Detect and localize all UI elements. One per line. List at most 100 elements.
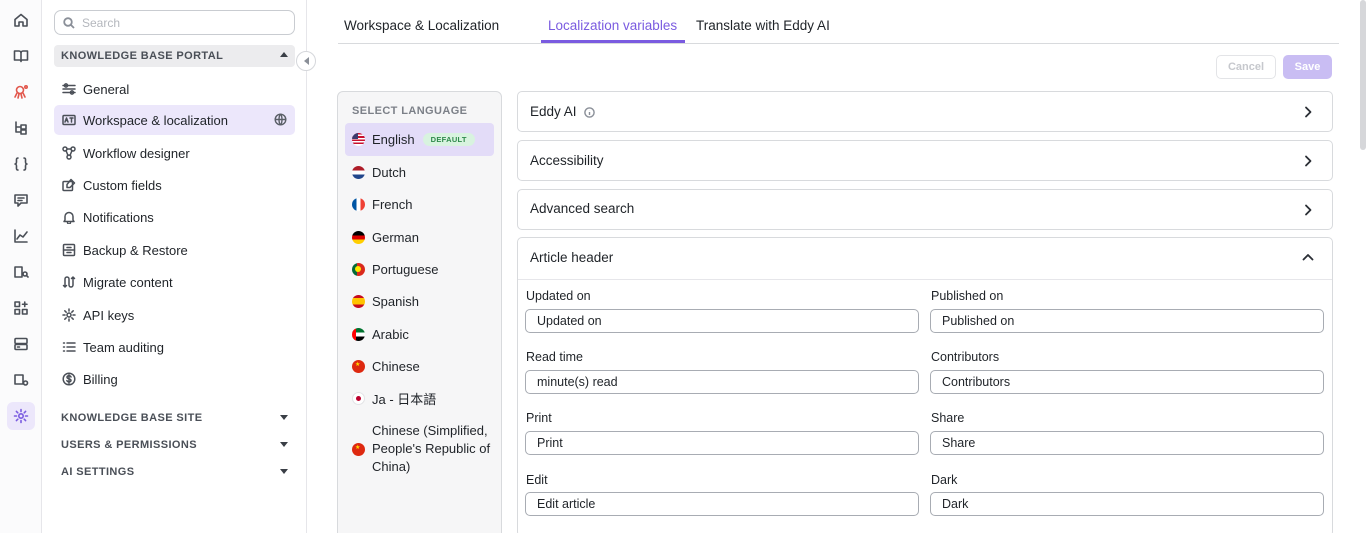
read-time-input[interactable]: [525, 370, 919, 394]
language-panel-title: SELECT LANGUAGE: [352, 105, 468, 117]
language-item-chinese[interactable]: ★ Chinese: [345, 351, 494, 381]
sidebar-item-label: API keys: [83, 307, 135, 323]
storage-icon[interactable]: [7, 330, 35, 358]
search-box[interactable]: [54, 10, 295, 35]
dutch-flag-icon: [352, 165, 365, 179]
language-name: French: [372, 196, 413, 212]
migrate-icon: [61, 275, 76, 290]
language-item-japanese[interactable]: Ja - 日本語: [345, 383, 494, 413]
chevron-right-icon: [1302, 204, 1314, 216]
accordion-accessibility[interactable]: Accessibility: [517, 140, 1333, 181]
default-badge: DEFAULT: [422, 133, 475, 146]
sidebar-item-label: Team auditing: [83, 339, 164, 355]
language-selector-panel: SELECT LANGUAGE English DEFAULT Dutch Fr…: [337, 91, 502, 533]
sidebar-item-general[interactable]: General: [54, 74, 295, 104]
braces-icon[interactable]: [7, 150, 35, 178]
contributors-input[interactable]: [930, 370, 1324, 394]
sidebar-item-workspace-localization[interactable]: Workspace & localization: [54, 105, 295, 135]
cancel-button[interactable]: Cancel: [1216, 55, 1276, 79]
share-input[interactable]: [930, 431, 1324, 455]
section-ai-settings[interactable]: AI SETTINGS: [54, 461, 295, 483]
language-name: Arabic: [372, 326, 409, 342]
apps-icon[interactable]: [7, 294, 35, 322]
tab-translate-eddy-ai[interactable]: Translate with Eddy AI: [696, 18, 830, 33]
chinese-flag-icon: ★: [352, 359, 365, 373]
language-item-portuguese[interactable]: Portuguese: [345, 254, 494, 284]
tab-workspace-localization[interactable]: Workspace & Localization: [344, 18, 499, 33]
updated-on-input[interactable]: [525, 309, 919, 333]
japanese-flag-icon: [352, 391, 365, 405]
language-name: English: [372, 132, 415, 147]
language-name: Chinese (Simplified, People's Republic o…: [372, 423, 491, 474]
sidebar-item-migrate-content[interactable]: Migrate content: [54, 267, 295, 297]
tab-localization-variables[interactable]: Localization variables: [548, 18, 677, 33]
caret-down-icon: [280, 415, 288, 420]
collapse-sidebar-button[interactable]: [296, 51, 316, 71]
field-label-share: Share: [931, 411, 965, 425]
book-search-icon[interactable]: [7, 258, 35, 286]
translate-icon: [61, 113, 76, 128]
accordion-advanced-search[interactable]: Advanced search: [517, 189, 1333, 230]
sidebar-item-billing[interactable]: Billing: [54, 364, 295, 394]
custom-fields-icon: [61, 178, 76, 193]
search-input[interactable]: [82, 15, 282, 30]
icon-rail: [0, 0, 42, 533]
save-button[interactable]: Save: [1283, 55, 1332, 79]
french-flag-icon: [352, 197, 365, 211]
language-item-spanish[interactable]: Spanish: [345, 286, 494, 316]
sidebar-item-api-keys[interactable]: API keys: [54, 300, 295, 330]
section-users-permissions[interactable]: USERS & PERMISSIONS: [54, 434, 295, 456]
section-knowledge-base-portal[interactable]: KNOWLEDGE BASE PORTAL: [54, 45, 295, 67]
chevron-right-icon: [1302, 155, 1314, 167]
field-label-read-time: Read time: [526, 350, 583, 364]
sidebar-item-team-auditing[interactable]: Team auditing: [54, 332, 295, 362]
settings-sidebar: KNOWLEDGE BASE PORTAL General Workspace …: [43, 0, 307, 533]
dark-input[interactable]: [930, 492, 1324, 516]
language-item-english[interactable]: English DEFAULT: [345, 123, 494, 156]
language-name: German: [372, 229, 419, 245]
accordion-eddy-ai[interactable]: Eddy AI: [517, 91, 1333, 132]
caret-up-icon: [280, 52, 288, 57]
published-on-input[interactable]: [930, 309, 1324, 333]
section-knowledge-base-site[interactable]: KNOWLEDGE BASE SITE: [54, 407, 295, 429]
kb-settings-icon[interactable]: [7, 366, 35, 394]
analytics-icon[interactable]: [7, 222, 35, 250]
german-flag-icon: [352, 230, 365, 244]
language-item-arabic[interactable]: Arabic: [345, 319, 494, 349]
home-icon[interactable]: [7, 6, 35, 34]
sidebar-item-backup-restore[interactable]: Backup & Restore: [54, 235, 295, 265]
sidebar-item-notifications[interactable]: Notifications: [54, 202, 295, 232]
section-label: KNOWLEDGE BASE SITE: [61, 412, 203, 424]
portuguese-flag-icon: [352, 262, 365, 276]
language-item-french[interactable]: French: [345, 189, 494, 219]
bell-icon: [61, 210, 76, 225]
book-icon[interactable]: [7, 42, 35, 70]
edit-input[interactable]: [525, 492, 919, 516]
sidebar-item-label: General: [83, 81, 130, 97]
octopus-icon[interactable]: [7, 78, 35, 106]
page-scrollbar[interactable]: [1360, 0, 1366, 150]
uae-flag-icon: [352, 327, 365, 341]
sidebar-item-label: Billing: [83, 371, 118, 387]
sidebar-item-label: Custom fields: [83, 177, 162, 193]
sidebar-item-label: Notifications: [83, 209, 154, 225]
globe-icon: [274, 113, 287, 126]
sidebar-item-workflow-designer[interactable]: Workflow designer: [54, 138, 295, 168]
settings-gear-icon[interactable]: [7, 402, 35, 430]
dollar-icon: [61, 372, 76, 387]
field-label-published-on: Published on: [931, 289, 1004, 303]
info-icon[interactable]: [583, 106, 595, 118]
print-input[interactable]: [525, 431, 919, 455]
search-icon: [63, 16, 75, 29]
field-label-dark: Dark: [931, 473, 958, 487]
language-item-dutch[interactable]: Dutch: [345, 157, 494, 187]
language-item-german[interactable]: German: [345, 222, 494, 252]
chat-icon[interactable]: [7, 186, 35, 214]
chevron-up-icon[interactable]: [1302, 251, 1314, 263]
sidebar-item-custom-fields[interactable]: Custom fields: [54, 170, 295, 200]
accordion-header[interactable]: Article header: [530, 250, 613, 265]
list-icon: [61, 340, 76, 355]
section-label: USERS & PERMISSIONS: [61, 439, 197, 451]
language-item-chinese-simplified[interactable]: ★ Chinese (Simplified, People's Republic…: [345, 420, 494, 478]
tree-icon[interactable]: [7, 114, 35, 142]
